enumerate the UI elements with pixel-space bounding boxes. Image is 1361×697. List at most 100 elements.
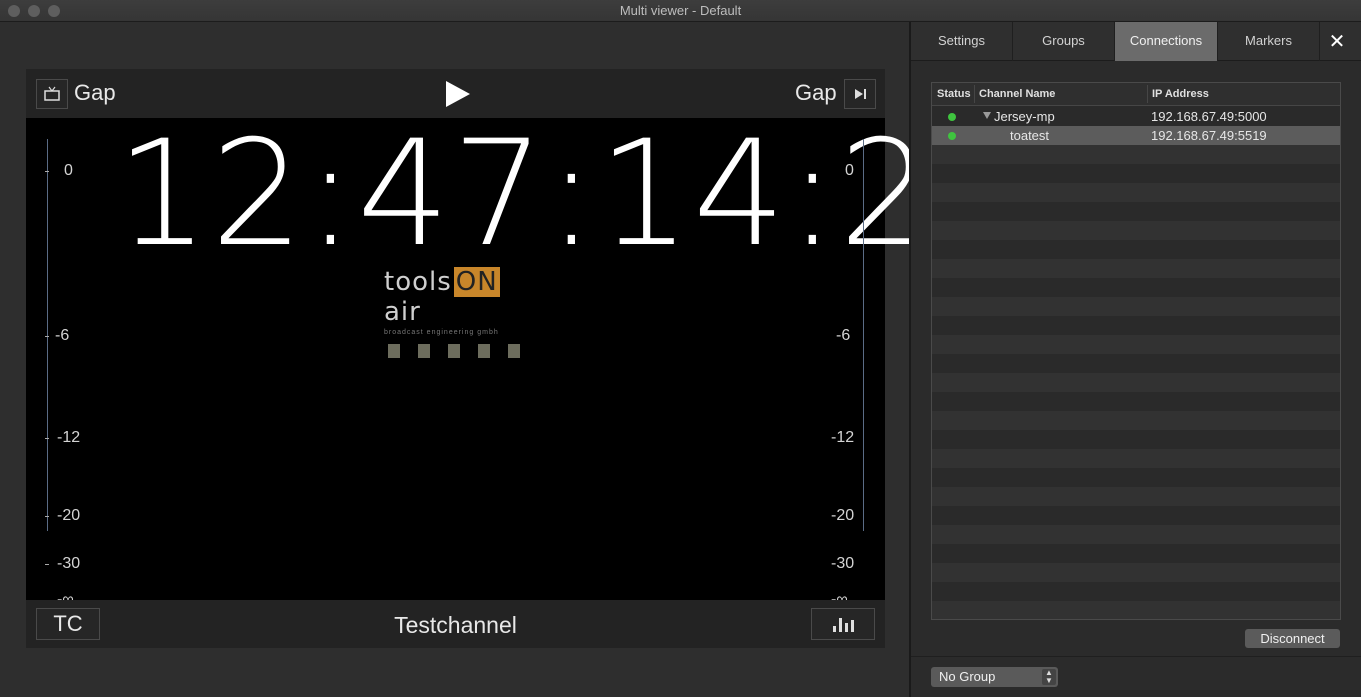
empty-table-row xyxy=(932,240,1340,259)
empty-table-row xyxy=(932,354,1340,373)
logo-icon xyxy=(418,344,430,358)
ip-address-cell: 192.168.67.49:5000 xyxy=(1151,109,1267,124)
title-bar: Multi viewer - Default xyxy=(0,0,1361,22)
skip-next-icon xyxy=(855,89,866,99)
side-panel: Settings Groups Connections Markers ✕ St… xyxy=(911,22,1361,697)
play-icon[interactable] xyxy=(446,81,470,107)
logo-icon xyxy=(388,344,400,358)
logo-wordmark: tools ON air xyxy=(384,267,534,327)
next-gap-label: Gap xyxy=(795,80,837,105)
channel-viewer: Gap Gap 12:47:14:21 0 -6 -12 -20 -30 0 -… xyxy=(26,69,1029,648)
table-row[interactable]: Jersey-mp 192.168.67.49:5000 xyxy=(932,107,1340,126)
tab-connections[interactable]: Connections xyxy=(1115,22,1218,61)
right-meter-label-0: 0 xyxy=(845,162,854,179)
empty-table-row xyxy=(932,582,1340,601)
meter-tick xyxy=(45,516,49,517)
table-header: Status Channel Name IP Address xyxy=(932,83,1340,106)
logo-on: ON xyxy=(453,267,500,297)
empty-table-row xyxy=(932,525,1340,544)
empty-table-row xyxy=(932,259,1340,278)
empty-table-row xyxy=(932,183,1340,202)
channel-name-cell: Jersey-mp xyxy=(994,109,1055,124)
right-meter-label-30: -30 xyxy=(831,555,855,572)
previous-gap-label: Gap xyxy=(74,80,116,105)
close-panel-icon[interactable]: ✕ xyxy=(1325,30,1349,54)
viewer-bottom-bar: TC Testchannel xyxy=(26,600,885,648)
left-meter-label-20: -20 xyxy=(57,507,81,524)
group-select-value: No Group xyxy=(939,669,996,684)
empty-table-row xyxy=(932,202,1340,221)
tv-icon xyxy=(44,86,60,101)
bar-chart-icon xyxy=(844,623,848,632)
empty-table-row xyxy=(932,373,1340,392)
empty-table-row xyxy=(932,335,1340,354)
empty-table-row xyxy=(932,544,1340,563)
right-meter-label-6: -6 xyxy=(836,327,851,344)
logo-left: tools xyxy=(384,267,452,297)
logo-icon xyxy=(478,344,490,358)
multi-viewer-window: Multi viewer - Default Gap Gap 12:47:14:… xyxy=(0,0,1361,697)
channel-name-cell: toatest xyxy=(1010,128,1050,143)
logo-right: air xyxy=(384,297,421,327)
logo-icon xyxy=(448,344,460,358)
tools-on-air-logo: tools ON air broadcast engineering gmbh xyxy=(384,267,534,358)
status-connected-icon xyxy=(948,113,956,121)
column-header-channel[interactable]: Channel Name xyxy=(979,88,1055,100)
disclosure-triangle-icon[interactable] xyxy=(983,112,991,119)
timecode-display: 12:47:14:21 xyxy=(116,109,1029,279)
panel-footer: No Group ▲ ▼ xyxy=(911,656,1361,697)
viewer-pane: Gap Gap 12:47:14:21 0 -6 -12 -20 -30 0 -… xyxy=(0,22,1029,697)
channel-name-label: Testchannel xyxy=(394,612,517,638)
empty-table-row xyxy=(932,278,1340,297)
empty-table-row xyxy=(932,145,1340,164)
right-audio-meter xyxy=(863,139,864,531)
column-separator xyxy=(974,85,975,103)
updown-arrows-icon: ▲ ▼ xyxy=(1042,669,1056,685)
empty-table-row xyxy=(932,221,1340,240)
connections-table: Status Channel Name IP Address Jersey-mp… xyxy=(931,82,1341,620)
tab-groups[interactable]: Groups xyxy=(1013,22,1115,61)
left-audio-meter xyxy=(47,139,48,531)
logo-tagline: broadcast engineering gmbh xyxy=(384,329,499,336)
left-meter-label-0: 0 xyxy=(64,162,73,179)
group-select[interactable]: No Group ▲ ▼ xyxy=(931,667,1058,687)
tab-settings[interactable]: Settings xyxy=(911,22,1013,61)
left-meter-label-6: -6 xyxy=(55,327,70,344)
left-meter-label-30: -30 xyxy=(57,555,81,572)
column-header-ip[interactable]: IP Address xyxy=(1152,88,1209,100)
column-header-status[interactable]: Status xyxy=(937,88,971,100)
empty-table-row xyxy=(932,449,1340,468)
left-meter-label-12: -12 xyxy=(57,429,81,446)
meter-tick xyxy=(45,171,49,172)
empty-table-row xyxy=(932,411,1340,430)
empty-table-row xyxy=(932,487,1340,506)
right-meter-label-12: -12 xyxy=(831,429,855,446)
empty-table-row xyxy=(932,392,1340,411)
window-title: Multi viewer - Default xyxy=(619,3,742,18)
empty-table-row xyxy=(932,297,1340,316)
meter-tick xyxy=(45,564,49,565)
panel-tabs: Settings Groups Connections Markers ✕ xyxy=(911,22,1361,61)
tab-markers[interactable]: Markers xyxy=(1218,22,1320,61)
empty-table-row xyxy=(932,316,1340,335)
skip-next-button[interactable] xyxy=(844,79,876,109)
meter-tick xyxy=(45,438,49,439)
bar-chart-icon xyxy=(850,620,854,632)
right-meter-label-20: -20 xyxy=(831,507,855,524)
empty-table-row xyxy=(932,601,1340,619)
status-connected-icon xyxy=(948,132,956,140)
bar-chart-icon xyxy=(832,626,836,632)
empty-table-row xyxy=(932,430,1340,449)
table-row[interactable]: toatest 192.168.67.49:5519 xyxy=(932,126,1340,145)
empty-table-row xyxy=(932,506,1340,525)
bar-chart-icon xyxy=(838,618,842,632)
empty-table-row xyxy=(932,563,1340,582)
ip-address-cell: 192.168.67.49:5519 xyxy=(1151,128,1267,143)
logo-icon xyxy=(508,344,520,358)
tv-icon-button[interactable] xyxy=(36,79,68,109)
empty-table-row xyxy=(932,164,1340,183)
empty-table-row xyxy=(932,468,1340,487)
column-separator xyxy=(1147,85,1148,103)
disconnect-button[interactable]: Disconnect xyxy=(1245,629,1340,648)
audio-meter-button[interactable] xyxy=(811,608,875,640)
